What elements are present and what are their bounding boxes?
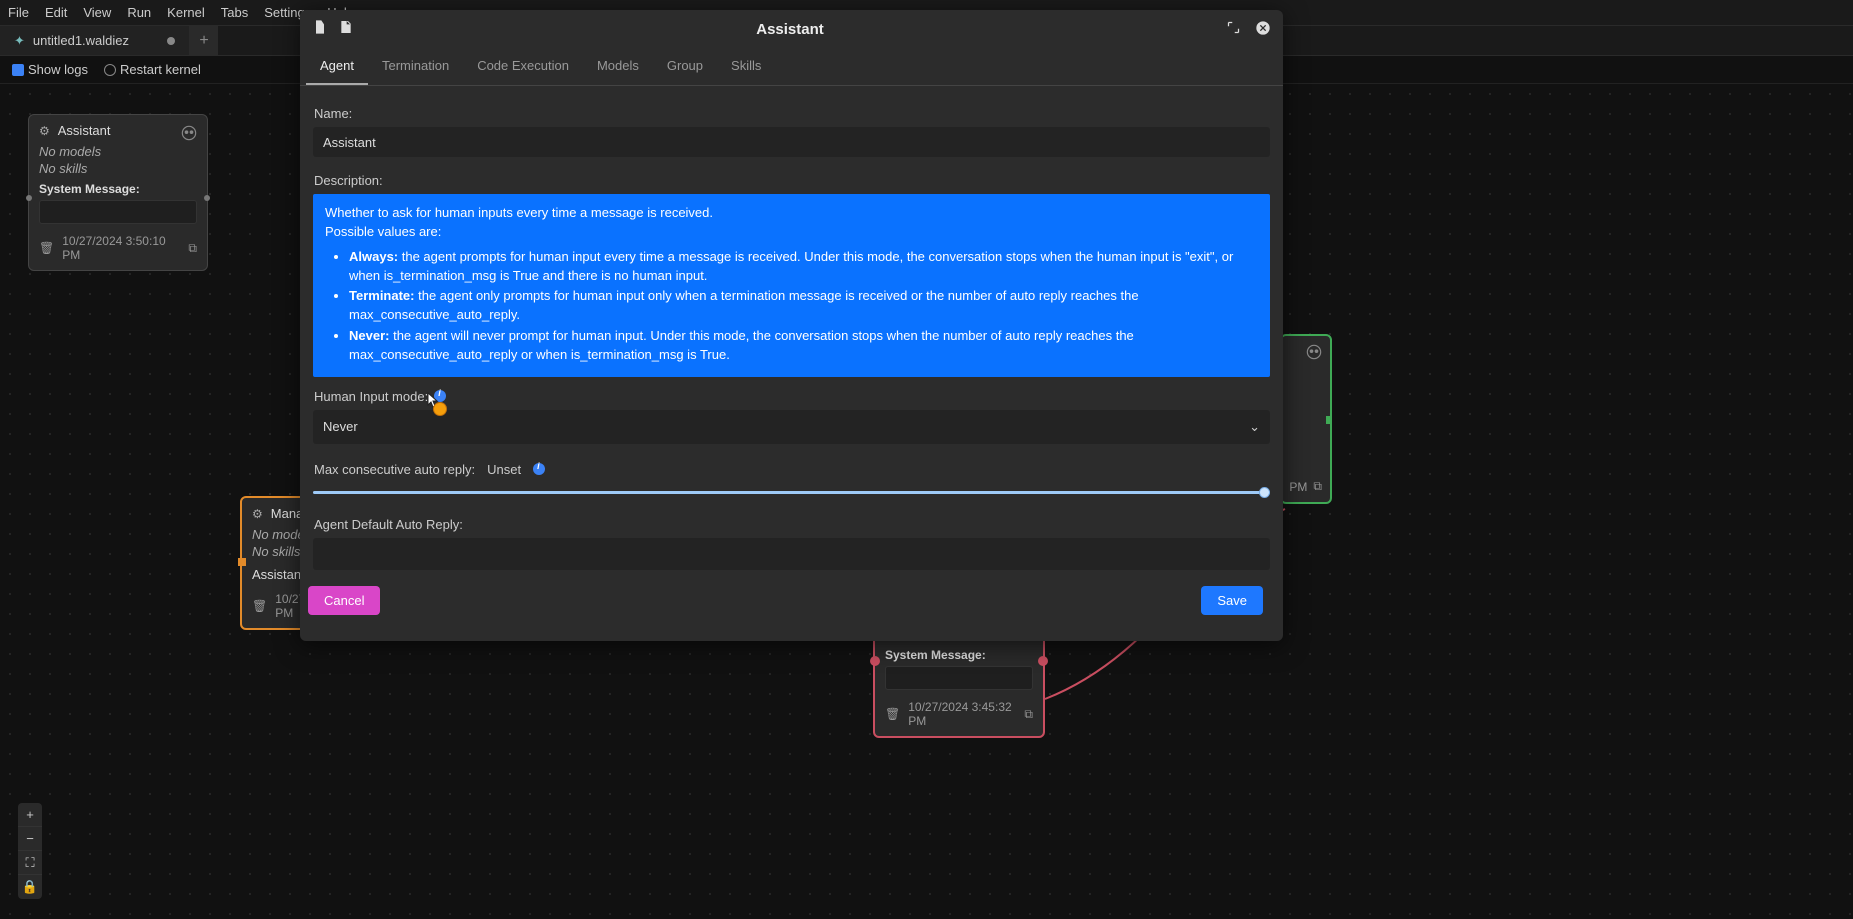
menu-file[interactable]: File xyxy=(8,5,29,20)
restart-label: Restart kernel xyxy=(120,62,201,77)
gear-icon[interactable]: ⚙ xyxy=(252,507,263,521)
save-button[interactable]: Save xyxy=(1201,586,1263,615)
node-assistant[interactable]: ⚙ Assistant No models No skills System M… xyxy=(28,114,208,271)
node-no-skills: No skills xyxy=(39,161,197,176)
human-input-select[interactable]: Never ⌄ xyxy=(313,410,1270,444)
restart-kernel-button[interactable]: Restart kernel xyxy=(104,62,201,77)
zoom-fit-button[interactable]: ⛶ xyxy=(18,851,42,875)
system-message-input[interactable] xyxy=(39,200,197,224)
chevron-down-icon: ⌄ xyxy=(1249,419,1260,435)
expand-icon[interactable] xyxy=(1226,20,1241,38)
zoom-lock-button[interactable]: 🔒 xyxy=(18,875,42,899)
info-tooltip-panel: Whether to ask for human inputs every ti… xyxy=(313,194,1270,377)
system-message-label: System Message: xyxy=(885,648,1033,662)
menu-tabs[interactable]: Tabs xyxy=(221,5,248,20)
cancel-button[interactable]: Cancel xyxy=(308,586,380,615)
modal-title: Assistant xyxy=(756,21,824,38)
robot-icon xyxy=(179,123,199,146)
modal-tabs: Agent Termination Code Execution Models … xyxy=(300,48,1283,86)
robot-icon xyxy=(1304,342,1324,365)
tab-models[interactable]: Models xyxy=(583,48,653,85)
info-never: Never: the agent will never prompt for h… xyxy=(349,327,1258,365)
tab-skills[interactable]: Skills xyxy=(717,48,775,85)
node-timestamp: PM xyxy=(1289,480,1307,494)
child-assistant-label: Assistant xyxy=(252,567,305,582)
system-message-label: System Message: xyxy=(39,182,197,196)
info-always: Always: the agent prompts for human inpu… xyxy=(349,248,1258,286)
file-tab-icon: ✦ xyxy=(14,33,25,49)
zoom-out-button[interactable]: − xyxy=(18,827,42,851)
trash-icon[interactable]: 🗑 xyxy=(39,241,54,255)
modal-header: Assistant xyxy=(300,10,1283,48)
tab-termination[interactable]: Termination xyxy=(368,48,463,85)
description-label: Description: xyxy=(314,173,1275,188)
show-logs-label: Show logs xyxy=(28,62,88,77)
copy-icon[interactable]: ⧉ xyxy=(188,241,197,256)
connection-handle-left[interactable] xyxy=(870,656,880,666)
agent-settings-modal: Assistant Agent Termination Code Executi… xyxy=(300,10,1283,641)
max-auto-reply-value: Unset xyxy=(487,462,521,477)
menu-view[interactable]: View xyxy=(83,5,111,20)
modal-footer: Cancel Save xyxy=(308,580,1275,629)
show-logs-button[interactable]: Show logs xyxy=(12,62,88,77)
restart-icon xyxy=(104,64,116,76)
max-auto-reply-label: Max consecutive auto reply: xyxy=(314,462,475,477)
info-intro: Whether to ask for human inputs every ti… xyxy=(325,204,1258,223)
connection-handle-right[interactable] xyxy=(1038,656,1048,666)
node-green-partial[interactable]: PM ⧉ xyxy=(1280,334,1332,504)
export-icon[interactable] xyxy=(338,19,354,40)
default-reply-label: Agent Default Auto Reply: xyxy=(314,517,1275,532)
zoom-in-button[interactable]: + xyxy=(18,803,42,827)
tab-code-execution[interactable]: Code Execution xyxy=(463,48,583,85)
node-no-models: No models xyxy=(39,144,197,159)
slider-thumb[interactable] xyxy=(1259,487,1270,498)
connection-handle-right[interactable] xyxy=(204,195,210,201)
info-terminate: Terminate: the agent only prompts for hu… xyxy=(349,287,1258,325)
tab-agent[interactable]: Agent xyxy=(306,48,368,85)
copy-icon[interactable]: ⧉ xyxy=(1313,479,1322,494)
mouse-cursor xyxy=(427,392,443,411)
info-icon[interactable] xyxy=(533,463,545,475)
connection-handle-left[interactable] xyxy=(238,558,246,566)
info-possible: Possible values are: xyxy=(325,223,1258,242)
new-doc-icon[interactable] xyxy=(312,19,328,40)
system-message-input[interactable] xyxy=(885,666,1033,690)
gear-icon[interactable]: ⚙ xyxy=(39,124,50,138)
trash-icon[interactable]: 🗑 xyxy=(252,599,267,613)
trash-icon[interactable]: 🗑 xyxy=(885,707,900,721)
connection-handle-left[interactable] xyxy=(26,195,32,201)
connection-handle-right[interactable] xyxy=(1326,416,1332,424)
file-tab-dirty-dot[interactable] xyxy=(167,37,175,45)
menu-kernel[interactable]: Kernel xyxy=(167,5,205,20)
menu-edit[interactable]: Edit xyxy=(45,5,67,20)
node-title: Assistant xyxy=(58,123,111,138)
menu-run[interactable]: Run xyxy=(127,5,151,20)
file-tab-active[interactable]: ✦ untitled1.waldiez xyxy=(0,26,190,55)
max-auto-reply-slider[interactable] xyxy=(313,485,1270,499)
tab-group[interactable]: Group xyxy=(653,48,717,85)
logs-icon xyxy=(12,64,24,76)
default-reply-input[interactable] xyxy=(313,538,1270,570)
select-value: Never xyxy=(323,419,358,434)
file-tab-label: untitled1.waldiez xyxy=(33,33,129,48)
node-timestamp: 10/27/2024 3:45:32 PM xyxy=(908,700,1016,728)
add-tab-button[interactable]: + xyxy=(190,26,218,55)
node-timestamp: 10/27/2024 3:50:10 PM xyxy=(62,234,180,262)
modal-body: Name: Description: Whether to ask for hu… xyxy=(300,86,1283,641)
copy-icon[interactable]: ⧉ xyxy=(1024,707,1033,722)
zoom-controls: + − ⛶ 🔒 xyxy=(18,803,42,899)
node-title: Mana xyxy=(271,506,304,521)
name-input[interactable] xyxy=(313,127,1270,157)
name-label: Name: xyxy=(314,106,1275,121)
human-input-label: Human Input mode: xyxy=(314,389,1275,404)
close-icon[interactable] xyxy=(1255,20,1271,39)
